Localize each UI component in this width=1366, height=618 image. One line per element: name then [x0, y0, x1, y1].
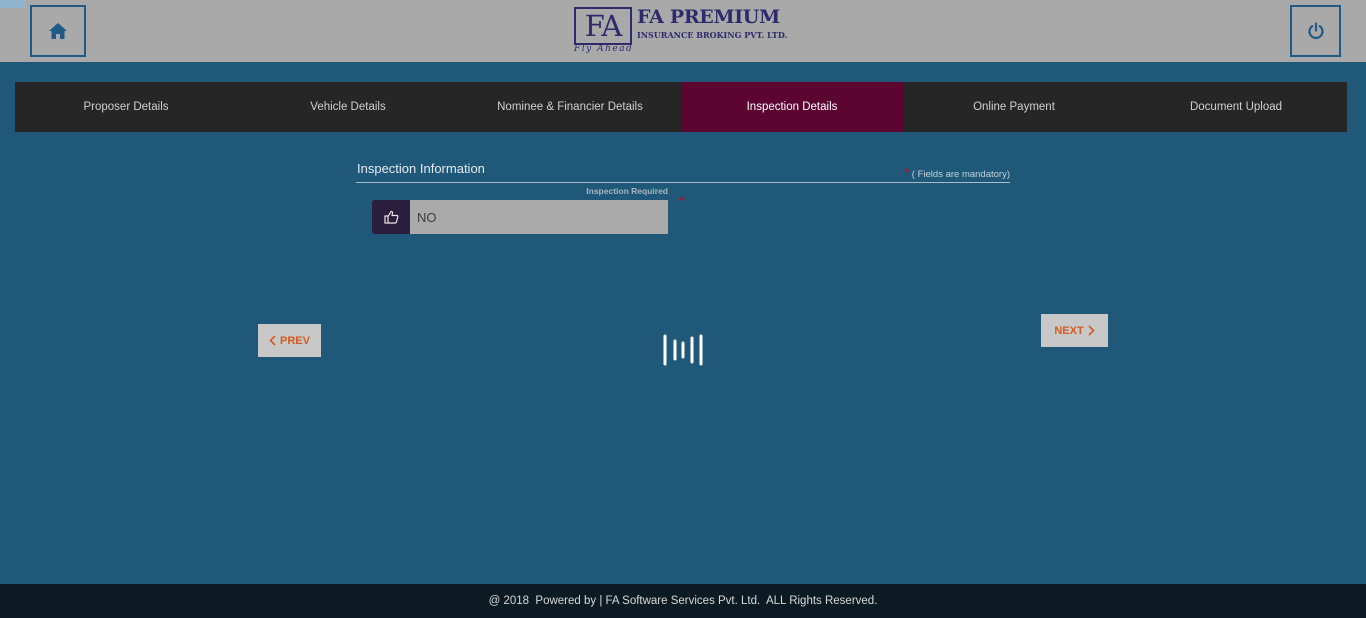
tab-online-payment[interactable]: Online Payment [903, 82, 1125, 132]
logo-title: FA PREMIUM [637, 6, 780, 28]
loading-spinner [661, 333, 705, 367]
logout-button[interactable] [1290, 5, 1341, 57]
home-button[interactable] [30, 5, 86, 57]
next-label: NEXT [1054, 324, 1084, 337]
section-title: Inspection Information [357, 161, 485, 176]
inspection-required-field[interactable]: NO [372, 200, 668, 234]
mandatory-text: ( Fields are mandatory) [911, 169, 1010, 180]
tab-inspection-details[interactable]: Inspection Details [681, 82, 903, 132]
thumbs-up-icon [383, 210, 398, 224]
corner-tab [0, 0, 26, 8]
logo-tagline: Fly Ahead [574, 44, 634, 54]
tab-vehicle-details[interactable]: Vehicle Details [237, 82, 459, 132]
power-icon [1307, 22, 1324, 40]
inspection-required-label: Inspection Required [586, 186, 668, 196]
chevron-right-icon [1088, 325, 1095, 336]
required-star: * [678, 194, 685, 210]
tab-nominee-financier-details[interactable]: Nominee & Financier Details [459, 82, 681, 132]
field-icon-box [372, 200, 410, 234]
section-header: Inspection Information * ( Fields are ma… [356, 160, 1010, 183]
footer: @ 2018 Powered by | FA Software Services… [0, 584, 1366, 618]
mandatory-note: * ( Fields are mandatory) [904, 166, 1010, 180]
chevron-left-icon [269, 335, 276, 346]
logo-subtitle: INSURANCE BROKING PVT. LTD. [637, 30, 788, 40]
logo-mark: FA [574, 7, 632, 45]
step-tabs: Proposer Details Vehicle Details Nominee… [15, 82, 1347, 132]
tab-document-upload[interactable]: Document Upload [1125, 82, 1347, 132]
home-icon [49, 23, 67, 39]
header-bar: FA FA PREMIUM INSURANCE BROKING PVT. LTD… [0, 0, 1366, 62]
prev-button[interactable]: PREV [258, 324, 321, 357]
tab-proposer-details[interactable]: Proposer Details [15, 82, 237, 132]
mandatory-star: * [904, 166, 910, 180]
next-button[interactable]: NEXT [1041, 314, 1108, 347]
prev-label: PREV [280, 334, 310, 347]
inspection-required-select[interactable]: NO [410, 200, 668, 234]
company-logo: FA FA PREMIUM INSURANCE BROKING PVT. LTD… [573, 6, 798, 58]
